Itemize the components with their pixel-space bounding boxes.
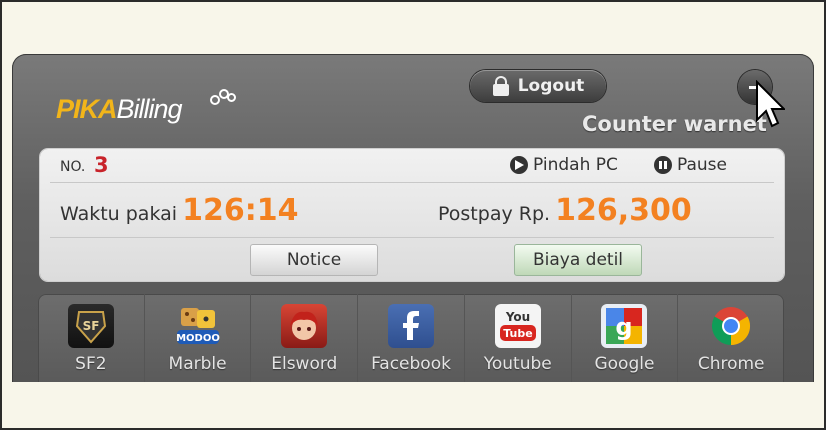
app-marble[interactable]: MODOO Marble: [145, 294, 252, 384]
modoo-marble-icon: MODOO: [175, 304, 221, 348]
pc-number-value: 3: [94, 153, 109, 177]
lock-icon: [492, 76, 510, 96]
svg-text:g: g: [616, 313, 633, 341]
biaya-detil-button[interactable]: Biaya detil: [514, 244, 642, 276]
app-facebook[interactable]: Facebook: [358, 294, 465, 384]
arrow-right-icon: [510, 156, 528, 174]
app-label: Elsword: [271, 354, 338, 374]
app-chrome[interactable]: Chrome: [678, 294, 784, 384]
youtube-icon: You Tube: [494, 304, 541, 348]
app-launcher-bar: SF SF2 MODOO Marble Elsword Facebook You…: [38, 294, 784, 384]
usage-time-value: 126:14: [182, 193, 299, 228]
svg-text:You: You: [505, 310, 530, 324]
svg-text:MODOO: MODOO: [176, 333, 220, 344]
chrome-icon: [708, 304, 754, 348]
google-icon: g: [601, 304, 648, 348]
usage-time-label: Waktu pakai: [60, 203, 178, 225]
app-label: Google: [594, 354, 655, 374]
app-label: Youtube: [483, 354, 552, 374]
pika-billing-logo: PIKABilling: [56, 94, 183, 124]
logo-dots-icon: [210, 87, 236, 105]
app-sf2[interactable]: SF SF2: [38, 294, 145, 384]
pika-billing-window: PIKABilling Logout Counter warnet NO. 3 …: [12, 54, 814, 384]
window-bottom-edge: [12, 382, 814, 386]
session-panel: NO. 3 Pindah PC Pause Waktu pakai 126:14…: [40, 149, 784, 281]
usage-time: Waktu pakai 126:14: [60, 193, 299, 228]
app-label: SF2: [75, 354, 107, 374]
postpay-label: Postpay Rp.: [438, 203, 551, 225]
pause-icon: [654, 156, 672, 174]
mouse-cursor-icon: [756, 80, 785, 128]
svg-text:SF: SF: [82, 319, 99, 333]
pc-number-label: NO.: [60, 159, 86, 175]
app-google[interactable]: g Google: [572, 294, 679, 384]
facebook-icon: [388, 304, 435, 348]
logout-label: Logout: [517, 76, 585, 96]
app-label: Facebook: [371, 354, 451, 374]
app-label: Marble: [168, 354, 227, 374]
sf2-icon: SF: [67, 304, 114, 348]
postpay-amount: Postpay Rp. 126,300: [438, 193, 692, 228]
notice-button[interactable]: Notice: [250, 244, 378, 276]
app-label: Chrome: [697, 354, 765, 374]
logout-button[interactable]: Logout: [470, 70, 606, 102]
pause-link[interactable]: Pause: [654, 155, 727, 175]
app-elsword[interactable]: Elsword: [251, 294, 359, 384]
postpay-value: 126,300: [555, 193, 692, 228]
pindah-pc-link[interactable]: Pindah PC: [510, 155, 618, 175]
panel-divider: [50, 237, 774, 238]
elsword-icon: [281, 304, 328, 348]
panel-divider: [50, 182, 774, 183]
app-youtube[interactable]: You Tube Youtube: [465, 294, 572, 384]
svg-text:Tube: Tube: [503, 327, 532, 340]
